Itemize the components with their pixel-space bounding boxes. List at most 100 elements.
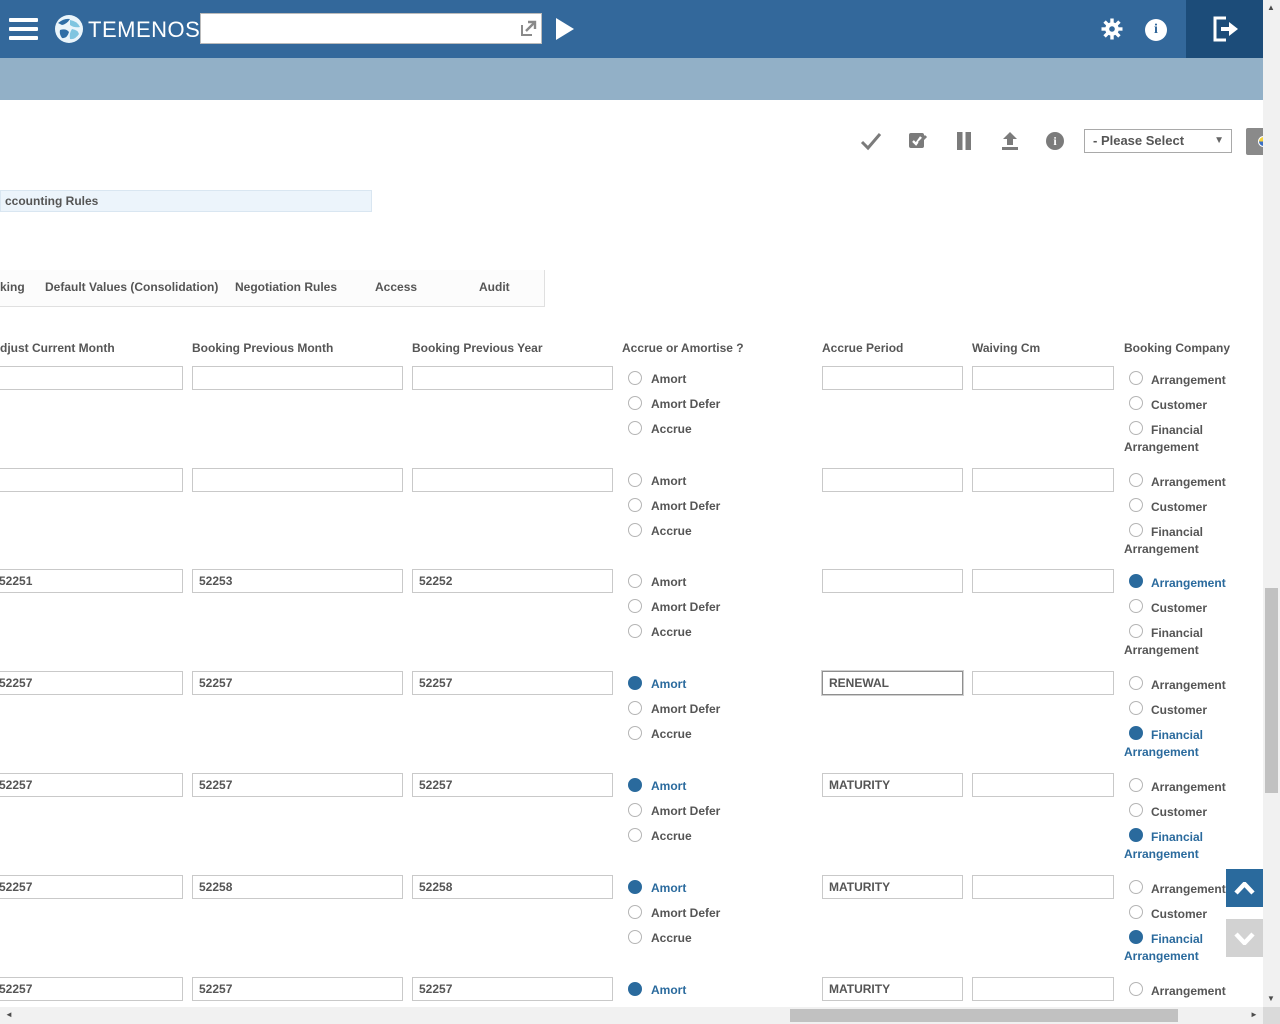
booking-previous-year-input[interactable] [412, 366, 613, 390]
vertical-scrollbar[interactable]: ▲ ▼ [1263, 0, 1280, 1007]
waiving-cm-input[interactable] [972, 671, 1114, 695]
accrue-period-input[interactable] [822, 773, 963, 797]
accrue-radio-accrue[interactable] [628, 624, 642, 638]
booking-previous-year-input[interactable] [412, 671, 613, 695]
scroll-left-arrow[interactable]: ◄ [5, 1011, 13, 1019]
booking-company-option-label: Arrangement [1124, 677, 1232, 694]
adjust-current-month-input[interactable] [0, 773, 183, 797]
accrue-radio-amort-defer[interactable] [628, 701, 642, 715]
vertical-scrollbar-thumb[interactable] [1265, 588, 1278, 793]
accrue-period-input[interactable] [822, 671, 963, 695]
accrue-radio-amort[interactable] [628, 371, 642, 385]
run-command-icon[interactable] [556, 18, 574, 40]
accrue-radio-accrue[interactable] [628, 726, 642, 740]
adjust-current-month-input[interactable] [0, 671, 183, 695]
accrue-period-input[interactable] [822, 366, 963, 390]
adjust-current-month-input[interactable] [0, 977, 183, 1001]
accrue-period-input[interactable] [822, 569, 963, 593]
booking-company-option-label: FinancialArrangement [1124, 931, 1232, 965]
adjust-current-month-input[interactable] [0, 468, 183, 492]
booking-previous-year-input[interactable] [412, 773, 613, 797]
accrue-radio-amort[interactable] [628, 982, 642, 996]
column-header: Booking Previous Year [412, 341, 543, 355]
accrue-option-label: Amort Defer [651, 397, 720, 411]
scroll-right-arrow[interactable]: ► [1250, 1011, 1258, 1019]
booking-previous-month-input[interactable] [192, 875, 403, 899]
accrue-radio-accrue[interactable] [628, 421, 642, 435]
chevron-up-icon [1234, 882, 1255, 895]
upload-icon[interactable] [999, 130, 1021, 152]
accrue-radio-amort-defer[interactable] [628, 599, 642, 613]
booking-previous-year-input[interactable] [412, 468, 613, 492]
waiving-cm-input[interactable] [972, 875, 1114, 899]
table-row: AmortAmort DeferAccrueArrangementCustome… [0, 569, 1280, 671]
column-header: djust Current Month [0, 341, 115, 355]
accrue-radio-amort[interactable] [628, 778, 642, 792]
sign-out-button[interactable] [1186, 0, 1263, 58]
waiving-cm-input[interactable] [972, 773, 1114, 797]
accrue-radio-amort[interactable] [628, 676, 642, 690]
scrollbar-corner [1263, 1007, 1280, 1024]
commit-check-icon[interactable] [860, 130, 882, 152]
scroll-up-arrow[interactable]: ▲ [1267, 4, 1275, 12]
booking-previous-year-input[interactable] [412, 977, 613, 1001]
booking-previous-month-input[interactable] [192, 773, 403, 797]
page-down-button[interactable] [1226, 919, 1263, 957]
column-header: Accrue Period [822, 341, 903, 355]
accrue-radio-accrue[interactable] [628, 523, 642, 537]
waiving-cm-input[interactable] [972, 569, 1114, 593]
accrue-period-input[interactable] [822, 875, 963, 899]
tab-default-values-consolidation[interactable]: Default Values (Consolidation) [45, 280, 218, 294]
gear-icon[interactable] [1100, 17, 1124, 41]
accrue-radio-amort[interactable] [628, 473, 642, 487]
accrue-radio-amort-defer[interactable] [628, 905, 642, 919]
adjust-current-month-input[interactable] [0, 875, 183, 899]
info-icon[interactable]: i [1145, 19, 1167, 41]
booking-previous-year-input[interactable] [412, 875, 613, 899]
adjust-current-month-input[interactable] [0, 569, 183, 593]
booking-previous-month-input[interactable] [192, 671, 403, 695]
waiving-cm-input[interactable] [972, 366, 1114, 390]
scroll-down-arrow[interactable]: ▼ [1267, 995, 1275, 1003]
booking-previous-month-input[interactable] [192, 468, 403, 492]
accrue-radio-amort[interactable] [628, 880, 642, 894]
booking-company-option-label: FinancialArrangement [1124, 829, 1232, 863]
accrue-radio-amort[interactable] [628, 574, 642, 588]
accrue-radio-accrue[interactable] [628, 828, 642, 842]
waiving-cm-input[interactable] [972, 468, 1114, 492]
menu-icon[interactable] [9, 18, 38, 40]
adjust-current-month-input[interactable] [0, 366, 183, 390]
tab-negotiation-rules[interactable]: Negotiation Rules [235, 280, 337, 294]
accrue-option-label: Accrue [651, 727, 692, 741]
tab-king[interactable]: king [0, 280, 25, 294]
accrue-radio-amort-defer[interactable] [628, 803, 642, 817]
info-toolbar-icon[interactable]: i [1046, 132, 1064, 150]
horizontal-scrollbar[interactable]: ◄ ► [0, 1007, 1263, 1024]
page-up-button[interactable] [1226, 869, 1263, 907]
tab-audit[interactable]: Audit [479, 280, 510, 294]
booking-previous-month-input[interactable] [192, 977, 403, 1001]
accrue-period-input[interactable] [822, 977, 963, 1001]
accrue-radio-accrue[interactable] [628, 930, 642, 944]
command-search-input[interactable] [200, 13, 542, 44]
please-select-dropdown[interactable]: - Please Select ▼ [1084, 129, 1232, 153]
booking-company-option-label: FinancialArrangement [1124, 727, 1232, 761]
tab-access[interactable]: Access [375, 280, 417, 294]
hold-pause-icon[interactable] [953, 130, 975, 152]
validate-icon[interactable] [906, 130, 928, 152]
brand-name: TEMENOS [88, 17, 200, 43]
accrue-option-label: Amort Defer [651, 499, 720, 513]
accrue-option-label: Amort [651, 575, 686, 589]
waiving-cm-input[interactable] [972, 977, 1114, 1001]
accrue-radio-amort-defer[interactable] [628, 396, 642, 410]
accrue-radio-amort-defer[interactable] [628, 498, 642, 512]
booking-previous-month-input[interactable] [192, 569, 403, 593]
horizontal-scrollbar-thumb[interactable] [790, 1009, 1178, 1022]
top-navigation-bar: TEMENOS i [0, 0, 1280, 58]
booking-previous-month-input[interactable] [192, 366, 403, 390]
booking-company-option-label: Arrangement [1124, 983, 1232, 1000]
open-arrow-icon[interactable] [520, 19, 538, 37]
booking-company-option-label: Arrangement [1124, 372, 1232, 389]
booking-previous-year-input[interactable] [412, 569, 613, 593]
accrue-period-input[interactable] [822, 468, 963, 492]
